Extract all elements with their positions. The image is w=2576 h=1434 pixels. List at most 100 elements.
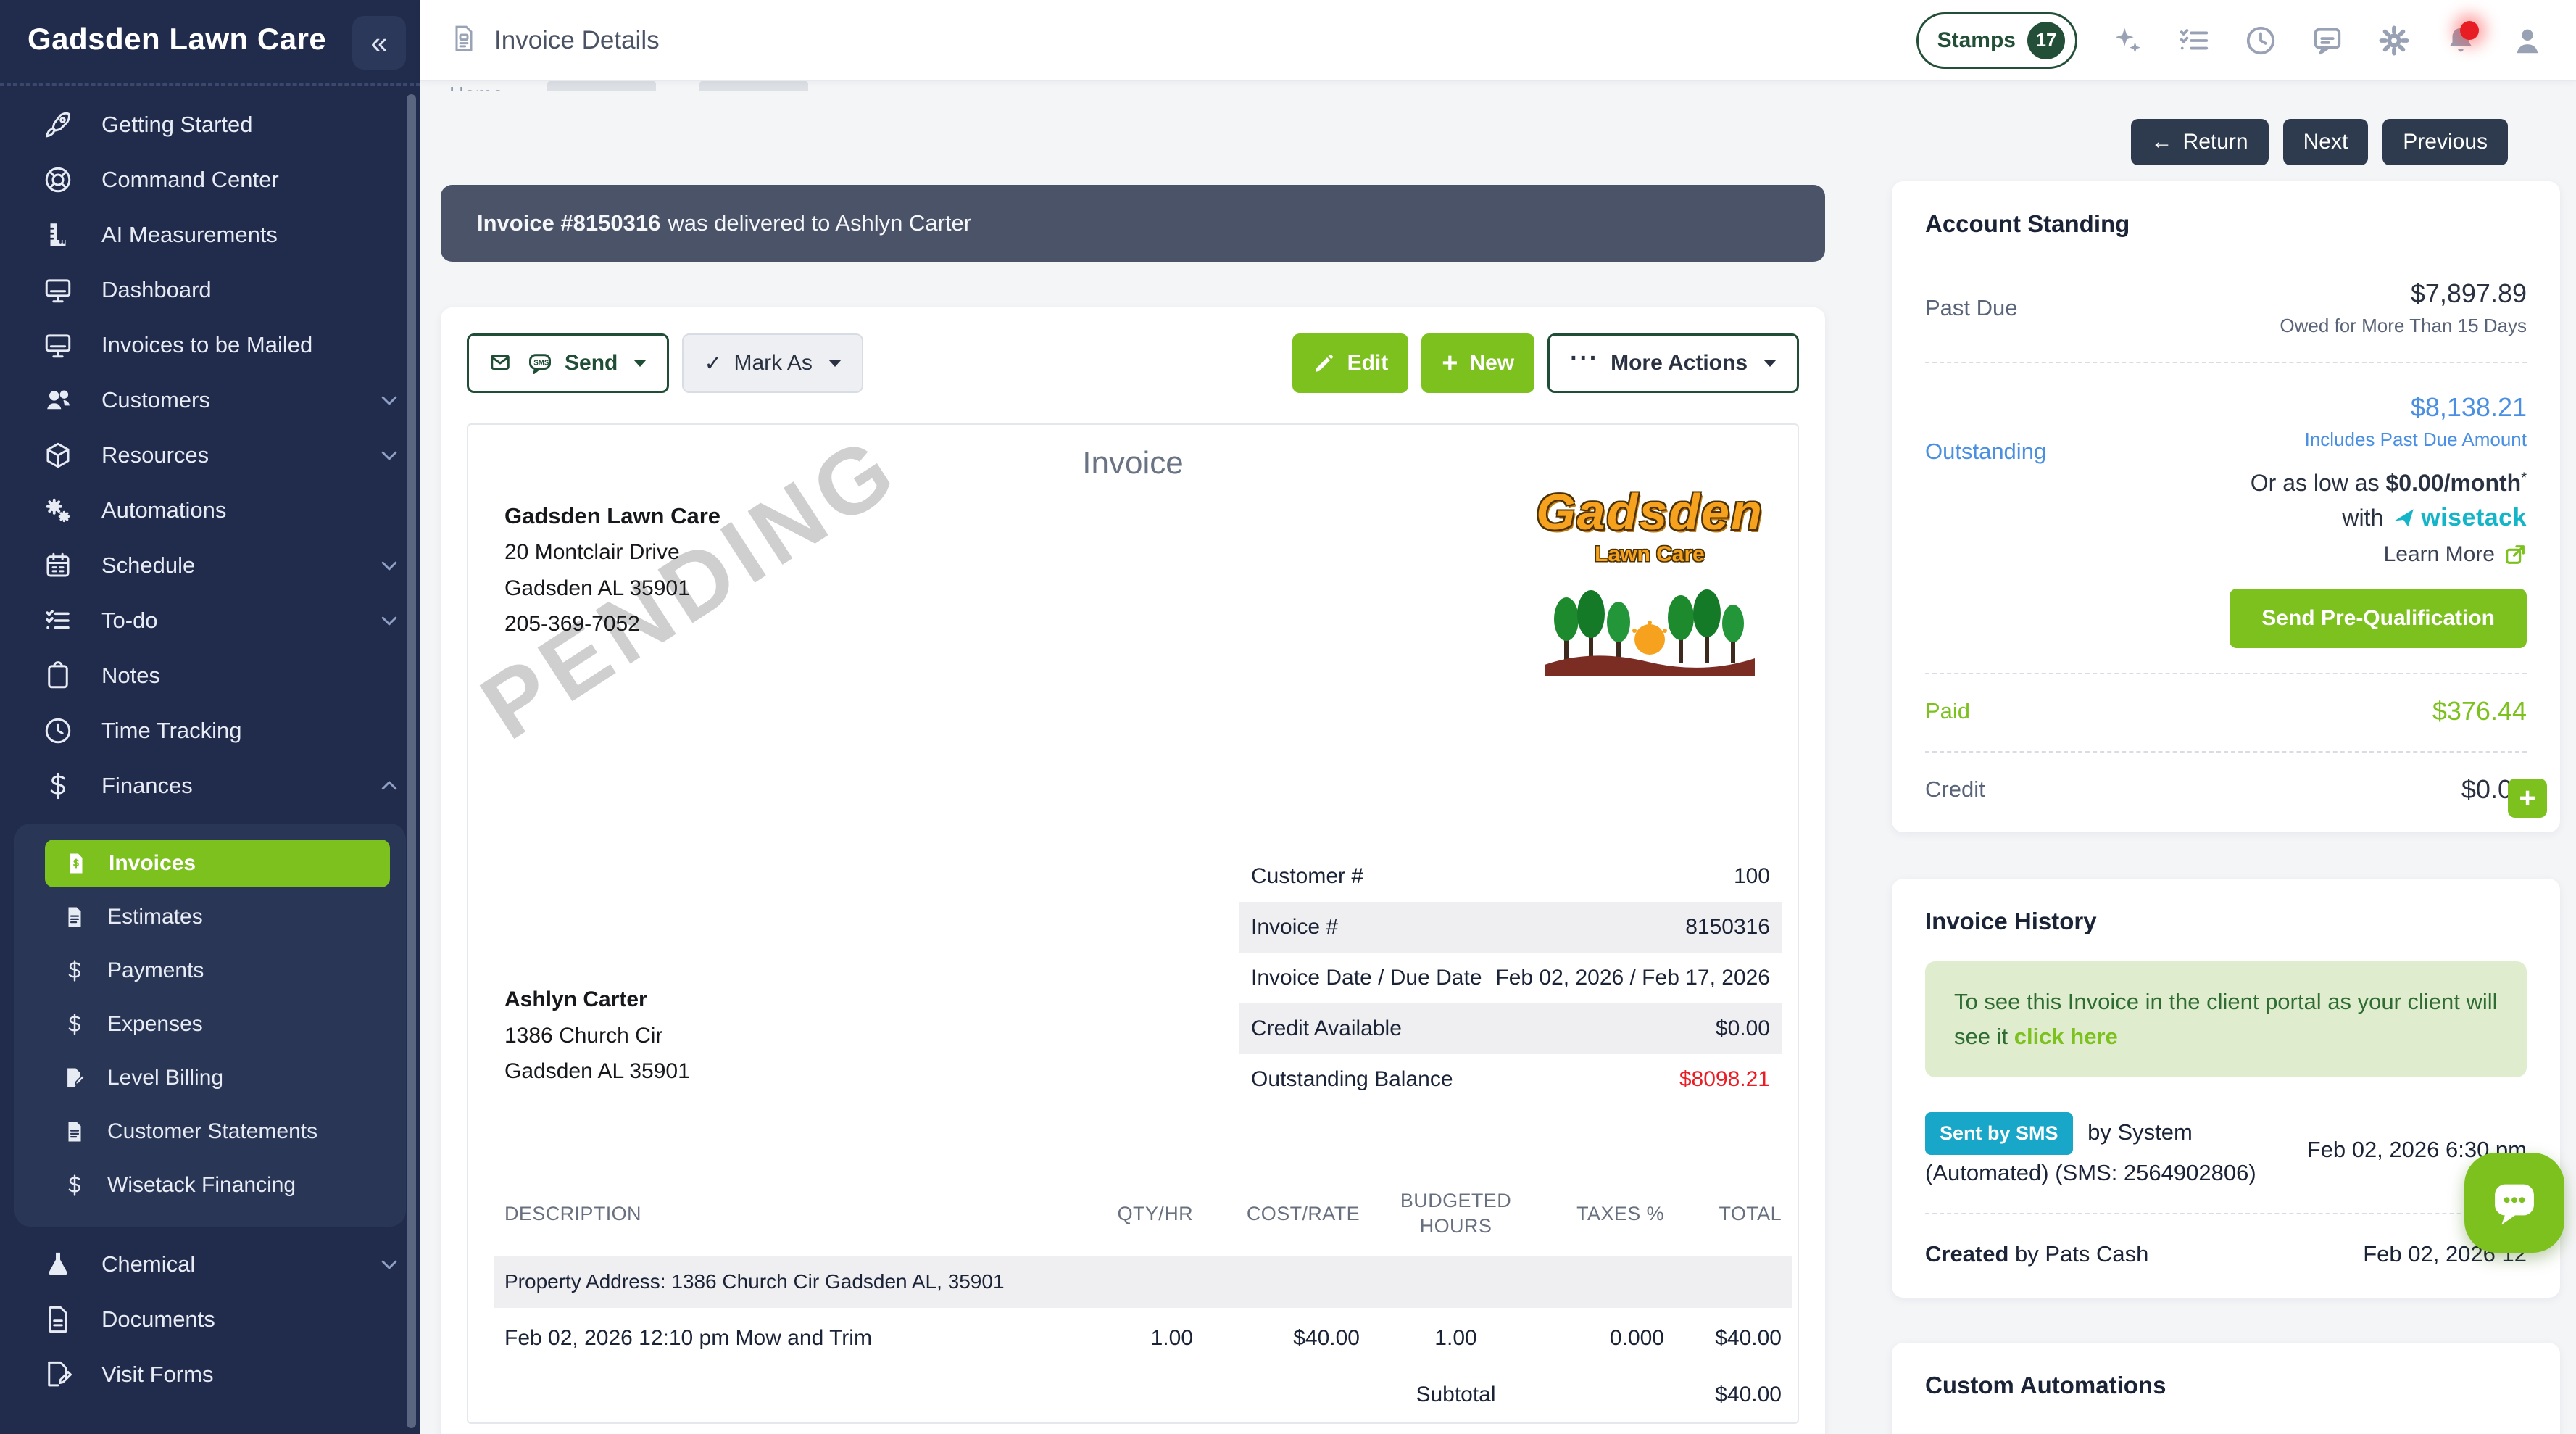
sidebar-item-ai-measurements[interactable]: AI Measurements xyxy=(0,207,420,262)
sidebar-item-time-tracking[interactable]: Time Tracking xyxy=(0,703,420,758)
click-here-link[interactable]: click here xyxy=(2014,1024,2118,1049)
sidebar-item-documents[interactable]: Documents xyxy=(0,1292,420,1347)
sidebar-item-dashboard[interactable]: Dashboard xyxy=(0,262,420,318)
logo-subtitle: Lawn Care xyxy=(1526,542,1773,567)
sidebar-collapse-button[interactable]: « xyxy=(352,16,406,70)
chat-icon[interactable] xyxy=(2311,24,2344,57)
custom-automations-title: Custom Automations xyxy=(1925,1372,2527,1399)
wisetack-line: with wisetack xyxy=(2230,504,2527,532)
sidebar-item-label: Command Center xyxy=(101,167,279,193)
sidebar-scrollbar[interactable] xyxy=(407,94,416,1428)
monitor-icon xyxy=(42,274,74,306)
bell-icon[interactable] xyxy=(2444,24,2477,57)
return-button[interactable]: ← Return xyxy=(2131,119,2269,165)
sidebar-item-estimates[interactable]: Estimates xyxy=(26,890,394,944)
sidebar-item-resources[interactable]: Resources xyxy=(0,428,420,483)
invoice-history-card: Invoice History To see this Invoice in t… xyxy=(1892,879,2560,1298)
stamps-label: Stamps xyxy=(1937,28,2016,53)
sidebar-item-customers[interactable]: Customers xyxy=(0,373,420,428)
caret-down-icon xyxy=(828,360,842,367)
previous-button[interactable]: Previous xyxy=(2382,119,2508,165)
more-actions-button[interactable]: ··· More Actions xyxy=(1547,333,1799,393)
topbar: Invoice Details Stamps 17 xyxy=(420,0,2576,81)
invoice-doc-icon xyxy=(62,847,90,879)
edit-button[interactable]: Edit xyxy=(1292,333,1409,393)
next-button[interactable]: Next xyxy=(2283,119,2369,165)
credit-row: Credit $0.00 xyxy=(1925,774,2527,805)
sidebar-item-expenses[interactable]: Expenses xyxy=(26,998,394,1051)
sidebar-item-level-billing[interactable]: Level Billing xyxy=(26,1051,394,1105)
sidebar-item-automations[interactable]: Automations xyxy=(0,483,420,538)
tasks-icon[interactable] xyxy=(2177,24,2211,57)
sidebar-item-schedule[interactable]: Schedule xyxy=(0,538,420,593)
chevron-down-icon xyxy=(378,389,400,411)
meta-row: Credit Available $0.00 xyxy=(1239,1003,1782,1054)
sidebar-item-invoices-to-be-mailed[interactable]: Invoices to be Mailed xyxy=(0,318,420,373)
sidebar-item-chemical[interactable]: Chemical xyxy=(0,1237,420,1292)
sidebar-item-label: Schedule xyxy=(101,552,195,579)
breadcrumb-home[interactable]: Home xyxy=(449,81,504,91)
sidebar-item-command-center[interactable]: Command Center xyxy=(0,152,420,207)
sidebar-item-label: Chemical xyxy=(101,1251,195,1277)
mark-as-button[interactable]: ✓ Mark As xyxy=(682,333,863,393)
sidebar-item-label: Customers xyxy=(101,387,210,413)
caret-down-icon xyxy=(633,360,647,367)
rocket-icon xyxy=(42,109,74,141)
stamps-button[interactable]: Stamps 17 xyxy=(1916,12,2077,69)
finances-submenu: Invoices Estimates Payments Expenses Lev… xyxy=(14,824,406,1227)
sidebar-item-visit-forms[interactable]: Visit Forms xyxy=(0,1347,420,1402)
send-pre-qualification-button[interactable]: Send Pre-Qualification xyxy=(2230,589,2527,648)
learn-more-link[interactable]: Learn More xyxy=(2230,542,2527,567)
sidebar-item-finances[interactable]: Finances xyxy=(0,758,420,813)
ruler-icon xyxy=(42,219,74,251)
sidebar-item-label: Wisetack Financing xyxy=(107,1173,296,1198)
customer-block: Ashlyn Carter 1386 Church Cir Gadsden AL… xyxy=(504,982,690,1090)
chat-widget-button[interactable] xyxy=(2464,1153,2564,1253)
sidebar-item-notes[interactable]: Notes xyxy=(0,648,420,703)
property-address-row: Property Address: 1386 Church Cir Gadsde… xyxy=(494,1256,1792,1308)
account-standing-title: Account Standing xyxy=(1925,210,2527,238)
sidebar-item-label: To-do xyxy=(101,608,158,634)
logo-trees-illustration xyxy=(1541,567,1758,676)
history-entry-sent: Sent by SMS by System (Automated) (SMS: … xyxy=(1925,1112,2527,1191)
sidebar-item-wisetack-financing[interactable]: Wisetack Financing xyxy=(26,1159,394,1212)
paid-amount: $376.44 xyxy=(2432,696,2527,726)
sidebar-item-getting-started[interactable]: Getting Started xyxy=(0,97,420,152)
history-clock-icon[interactable] xyxy=(2244,24,2277,57)
invoice-meta-table: Customer # 100 Invoice # 8150316 Invoice… xyxy=(1239,851,1782,1105)
sidebar-item-label: Notes xyxy=(101,663,160,689)
sidebar-item-payments[interactable]: Payments xyxy=(26,944,394,998)
gear-icon[interactable] xyxy=(2377,24,2411,57)
outstanding-row: Outstanding $8,138.21 Includes Past Due … xyxy=(1925,392,2527,648)
company-phone: 205-369-7052 xyxy=(504,606,720,642)
send-button[interactable]: SMS Send xyxy=(467,333,669,393)
users-icon xyxy=(42,384,74,416)
custom-automations-card: Custom Automations xyxy=(1892,1343,2560,1434)
breadcrumb-segment xyxy=(547,81,656,91)
invoice-detail-card: SMS Send ✓ Mark As Edit xyxy=(441,307,1825,1434)
chevrons-left-icon: « xyxy=(370,25,387,60)
outstanding-label[interactable]: Outstanding xyxy=(1925,439,2046,465)
sidebar-header: Gadsden Lawn Care « xyxy=(0,0,420,86)
line-items-header: DESCRIPTION QTY/HR COST/RATE BUDGETED HO… xyxy=(504,1180,1782,1247)
sidebar-item-todo[interactable]: To-do xyxy=(0,593,420,648)
invoice-history-title: Invoice History xyxy=(1925,908,2527,935)
user-icon[interactable] xyxy=(2511,24,2544,57)
outstanding-note[interactable]: Includes Past Due Amount xyxy=(2230,428,2527,451)
sidebar-item-customer-statements[interactable]: Customer Statements xyxy=(26,1105,394,1159)
document-icon xyxy=(61,901,88,933)
chevron-down-icon xyxy=(378,1253,400,1275)
delivery-status-banner: Invoice #8150316 was delivered to Ashlyn… xyxy=(441,185,1825,262)
sidebar-item-invoices[interactable]: Invoices xyxy=(45,840,390,887)
new-button[interactable]: + New xyxy=(1421,333,1534,393)
sidebar-item-label: Resources xyxy=(101,442,209,468)
wisetack-kite-icon xyxy=(2392,506,2417,531)
sidebar-item-label: Getting Started xyxy=(101,112,253,138)
add-credit-button[interactable]: + xyxy=(2508,779,2547,818)
sparkles-icon[interactable] xyxy=(2111,24,2144,57)
sidebar-item-label: Dashboard xyxy=(101,277,212,303)
invoice-heading: Invoice xyxy=(468,445,1798,481)
sidebar-item-label: Invoices to be Mailed xyxy=(101,332,312,358)
notification-dot xyxy=(2460,21,2479,40)
customer-address2: Gadsden AL 35901 xyxy=(504,1053,690,1090)
